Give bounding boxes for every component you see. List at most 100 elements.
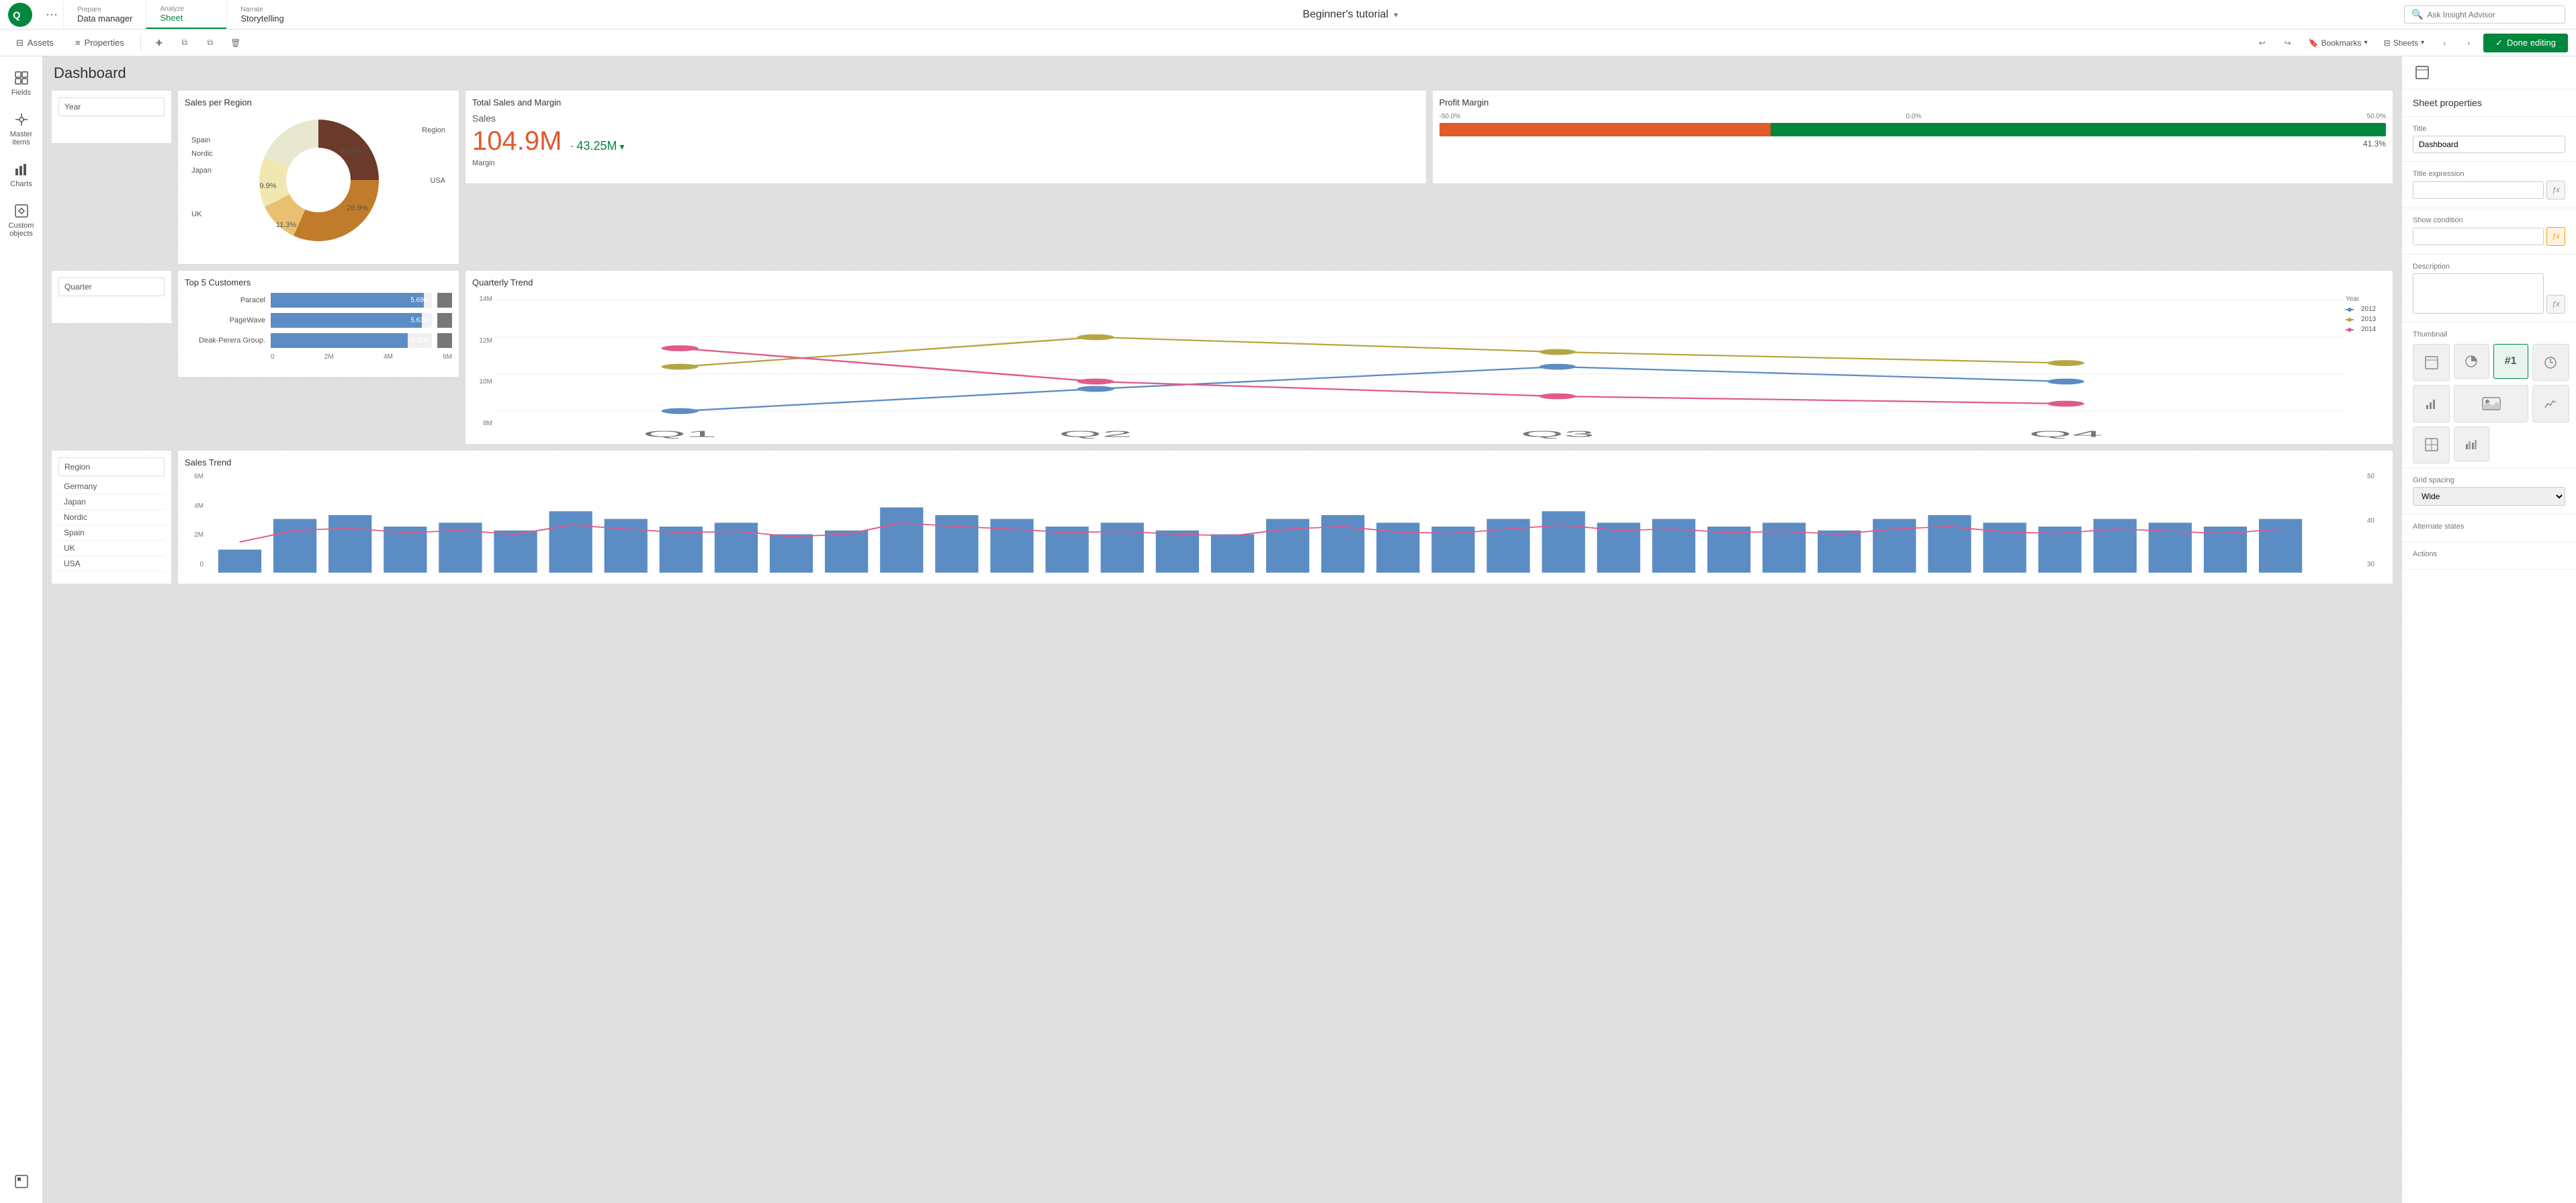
bar-track-deak: 5.11M bbox=[271, 333, 432, 348]
sidebar-item-charts[interactable]: Charts bbox=[0, 154, 44, 195]
thumb-bar-icon[interactable] bbox=[2413, 385, 2450, 422]
undo-button[interactable]: ↩ bbox=[2252, 33, 2272, 53]
show-condition-fx-button[interactable]: ƒx bbox=[2546, 227, 2565, 246]
y-label-14m: 14M bbox=[480, 296, 492, 303]
top5-title: Top 5 Customers bbox=[185, 277, 452, 287]
thumb-layout-icon[interactable] bbox=[2413, 344, 2450, 381]
thumb-clock-icon[interactable] bbox=[2532, 344, 2569, 381]
sales-per-region-title: Sales per Region bbox=[185, 97, 452, 107]
svg-text:Q1: Q1 bbox=[643, 429, 717, 439]
x-label-4m: 4M bbox=[384, 353, 393, 361]
bookmarks-button[interactable]: 🔖 Bookmarks ▾ bbox=[2303, 36, 2373, 50]
nav-menu-icon[interactable]: ··· bbox=[40, 0, 63, 29]
top5-customers-card[interactable]: Top 5 Customers Paracel 5.69M PageWave bbox=[177, 270, 459, 377]
nav-logo[interactable]: Q bbox=[0, 0, 40, 29]
sales-trend-y-right: 50 40 30 bbox=[2367, 473, 2386, 580]
props-title-input[interactable] bbox=[2413, 136, 2565, 153]
region-germany[interactable]: Germany bbox=[58, 479, 165, 494]
quarterly-trend-svg: Q1 Q2 Q3 Q4 bbox=[495, 293, 2343, 441]
done-editing-button[interactable]: ✓ Done editing bbox=[2483, 34, 2568, 52]
sales-value: 104.9M bbox=[472, 126, 562, 157]
region-spain[interactable]: Spain bbox=[58, 525, 165, 541]
description-fx-button[interactable]: ƒx bbox=[2546, 295, 2565, 314]
total-sales-card[interactable]: Total Sales and Margin Sales 104.9M · 43… bbox=[465, 90, 1427, 184]
show-condition-input[interactable] bbox=[2413, 228, 2544, 245]
description-row: ƒx bbox=[2413, 273, 2565, 314]
thumb-layout-icon2[interactable] bbox=[2413, 427, 2450, 463]
toolbar-separator bbox=[140, 35, 141, 51]
margin-center-label: 0.0% bbox=[1906, 113, 1922, 120]
qlik-logo-icon: Q bbox=[8, 3, 32, 27]
layout-tab-icon[interactable] bbox=[2413, 63, 2432, 82]
region-usa[interactable]: USA bbox=[58, 556, 165, 572]
props-grid-spacing-select[interactable]: Wide Medium Narrow bbox=[2413, 487, 2565, 506]
duplicate-icon[interactable]: ⧉ bbox=[175, 33, 195, 53]
thumb-number-label: #1 bbox=[2505, 355, 2517, 367]
nav-narrate-label: Narrate bbox=[240, 6, 294, 13]
sidebar-item-master-items[interactable]: Master items bbox=[0, 105, 44, 153]
thumb-number-icon[interactable]: #1 bbox=[2493, 344, 2528, 379]
prev-sheet-button[interactable]: ‹ bbox=[2435, 34, 2454, 52]
nav-prepare[interactable]: Prepare Data manager bbox=[63, 0, 146, 29]
bar-value-paracel: 5.69M bbox=[410, 297, 429, 304]
quarter-filter-field[interactable]: Quarter bbox=[58, 277, 165, 296]
region-filter-card[interactable]: Region Germany Japan Nordic Spain UK USA bbox=[51, 450, 172, 584]
sidebar-item-fields[interactable]: Fields bbox=[0, 63, 44, 103]
props-title-expression-input[interactable] bbox=[2413, 181, 2544, 199]
uk-label: UK bbox=[191, 210, 202, 218]
props-description-textarea[interactable] bbox=[2413, 273, 2544, 314]
fields-icon bbox=[13, 70, 30, 86]
title-expression-fx-button[interactable]: ƒx bbox=[2546, 181, 2565, 199]
sidebar-master-items-label: Master items bbox=[4, 130, 39, 146]
search-input[interactable] bbox=[2427, 10, 2558, 19]
year-filter-card[interactable]: Year bbox=[51, 90, 172, 144]
spain-label: Spain bbox=[191, 136, 210, 144]
region-uk[interactable]: UK bbox=[58, 541, 165, 556]
svg-text:11.3%: 11.3% bbox=[276, 221, 297, 229]
sales-trend-y-left: 6M 4M 2M 0 bbox=[185, 473, 204, 580]
delete-icon[interactable]: 🗑 bbox=[226, 33, 246, 53]
thumb-grouped-bar-icon[interactable] bbox=[2454, 427, 2489, 461]
nav-analyze[interactable]: Analyze Sheet bbox=[146, 0, 226, 29]
copy-icon[interactable]: ⧉ bbox=[200, 33, 220, 53]
ask-insight-advisor-search[interactable]: 🔍 bbox=[2404, 5, 2565, 24]
region-nordic[interactable]: Nordic bbox=[58, 510, 165, 525]
chevron-down-icon: ▾ bbox=[2421, 39, 2424, 46]
bar-item-pagewave: PageWave 5.63M bbox=[185, 313, 452, 328]
sheets-icon: ⊟ bbox=[2384, 38, 2391, 48]
bar-x-axis: 0 2M 4M 6M bbox=[185, 353, 452, 361]
assets-tab[interactable]: ⊟ Assets bbox=[8, 38, 62, 48]
sales-trend-card[interactable]: Sales Trend 6M 4M 2M 0 bbox=[177, 450, 2393, 584]
thumb-pie-icon[interactable] bbox=[2454, 344, 2489, 379]
next-sheet-button[interactable]: › bbox=[2459, 34, 2478, 52]
app-title[interactable]: Beginner's tutorial ▾ bbox=[1302, 9, 1398, 21]
props-show-condition-label: Show condition bbox=[2413, 216, 2565, 224]
region-filter-field[interactable]: Region bbox=[58, 457, 165, 476]
bar-fill-paracel bbox=[271, 293, 424, 308]
region-japan[interactable]: Japan bbox=[58, 494, 165, 510]
props-show-condition-section: Show condition ƒx bbox=[2402, 208, 2576, 255]
usa-label: USA bbox=[430, 177, 445, 185]
margin-bar bbox=[1439, 123, 2387, 136]
thumb-image-icon[interactable] bbox=[2454, 385, 2528, 422]
svg-text:45.5%: 45.5% bbox=[340, 147, 361, 155]
sidebar-item-custom-objects[interactable]: Custom objects bbox=[0, 196, 44, 244]
nav-narrate[interactable]: Narrate Storytelling bbox=[226, 0, 307, 29]
x-label-2m: 2M bbox=[324, 353, 334, 361]
properties-tab[interactable]: ≡ Properties bbox=[67, 38, 132, 48]
sidebar-bottom-icon[interactable] bbox=[0, 1167, 44, 1196]
x-label-0: 0 bbox=[271, 353, 275, 361]
dashboard-row1: Year Sales per Region bbox=[51, 90, 2393, 265]
quarterly-trend-card[interactable]: Quarterly Trend 14M 12M 10M 8M bbox=[465, 270, 2393, 445]
thumb-line-icon[interactable] bbox=[2532, 385, 2569, 422]
sales-trend-svg bbox=[206, 473, 2364, 580]
bar-icon-pagewave bbox=[437, 313, 452, 328]
sales-per-region-card[interactable]: Sales per Region bbox=[177, 90, 459, 265]
sheets-button[interactable]: ⊟ Sheets ▾ bbox=[2379, 36, 2430, 50]
profit-margin-card[interactable]: Profit Margin -50.0% 0.0% 50.0% 41.3% bbox=[1432, 90, 2394, 184]
sales-trend-chart-area bbox=[206, 473, 2364, 580]
year-filter-field[interactable]: Year bbox=[58, 97, 165, 116]
quarter-filter-card[interactable]: Quarter bbox=[51, 270, 172, 324]
redo-button[interactable]: ↪ bbox=[2278, 33, 2298, 53]
add-icon[interactable]: ✚ bbox=[149, 33, 169, 53]
